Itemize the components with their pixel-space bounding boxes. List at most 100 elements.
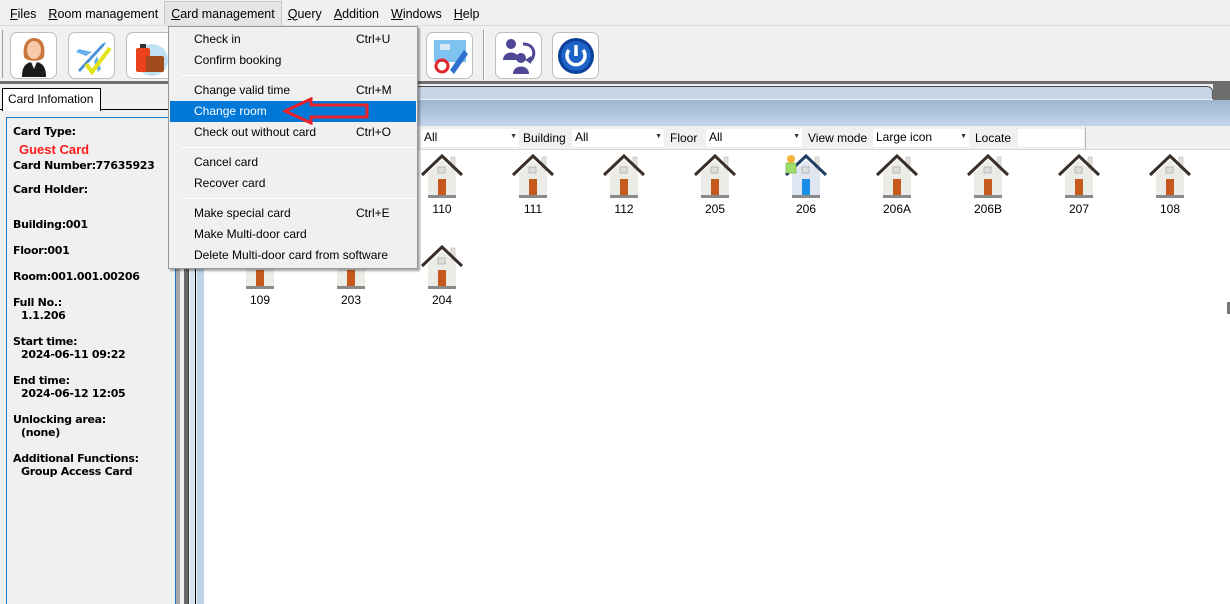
menu-label: elp [462,6,480,21]
room-icon-item[interactable]: 207 [1049,153,1109,216]
card-info-tabstrip: Card Infomation [0,86,175,111]
view-mode-value: Large icon [876,130,933,144]
edit-card-button[interactable] [426,32,473,79]
menu-label: ard management [180,6,275,21]
menu-label: ddition [342,6,379,21]
room-icon-item[interactable]: 206 [776,153,836,216]
room-icon-item[interactable]: 112 [594,153,654,216]
dropdown-arrow-icon: ▼ [510,133,517,140]
menu-query[interactable]: Query [282,1,328,25]
room-label: 108 [1159,202,1181,216]
annotation-arrow-icon [283,97,369,125]
receptionist-button[interactable] [10,32,57,79]
menu-item-label: Change valid time [194,83,291,97]
room-label: 109 [249,293,271,307]
locate-input[interactable] [1018,129,1084,147]
menu-item-delete-multi-door-card-from-software[interactable]: Delete Multi-door card from software [169,245,417,266]
room-label: 206A [882,202,912,216]
card-number: Card Number:77635923 [13,159,155,172]
building-value: All [575,130,589,144]
menu-files[interactable]: Files [4,1,42,25]
floor-select[interactable]: All ▼ [706,129,802,147]
floor-label: Floor [670,131,698,145]
dropdown-arrow-icon: ▼ [960,133,967,140]
tab-card-information[interactable]: Card Infomation [2,88,101,111]
menu-accelerator: H [453,6,463,21]
room-icon-item[interactable]: 205 [685,153,745,216]
room-icon-item[interactable]: 111 [503,153,563,216]
airplane-check-icon [75,41,112,75]
menu-bar: Files Room management Card management Query… [0,0,1230,26]
menu-windows[interactable]: Windows [385,1,448,25]
menu-help[interactable]: Help [448,1,486,25]
end-time-label: End time: [13,374,70,387]
menu-accelerator: A [333,6,343,21]
first-filter-select[interactable]: All ▼ [421,129,519,147]
additional-functions-label: Additional Functions: [13,452,139,465]
full-no-label: Full No.: [13,296,62,309]
receptionist-icon [21,37,46,77]
menu-item-shortcut: Ctrl+O [356,125,392,139]
menu-item-label: Delete Multi-door card from software [194,248,389,262]
menu-separator [181,198,415,199]
luggage-button[interactable] [126,32,168,79]
menu-item-check-in[interactable]: Check in Ctrl+U [169,29,417,50]
house-icon [1140,153,1200,199]
menu-separator [181,75,415,76]
room-icon-item[interactable]: 108 [1140,153,1200,216]
card-info-panel: Card Type: Guest Card Card Number:776359… [6,117,176,604]
power-icon [557,37,594,74]
menu-item-cancel-card[interactable]: Cancel card [169,152,417,173]
start-time-value: 2024-06-11 09:22 [21,348,126,361]
menu-item-check-out-without-card[interactable]: Check out without card Ctrl+O [169,122,417,143]
card-type-value: Guest Card [19,142,90,157]
building-select[interactable]: All ▼ [572,129,664,147]
menu-card-management[interactable]: Card management [164,0,282,25]
building-label: Building [523,131,566,145]
menu-item-label: Change room [194,104,267,118]
toolbar-separator [483,30,485,80]
menu-item-shortcut: Ctrl+E [356,206,390,220]
room-icon-item[interactable]: 206B [958,153,1018,216]
view-mode-select[interactable]: Large icon ▼ [873,129,969,147]
occupied-room-icon [776,153,836,199]
switch-user-button[interactable] [495,32,542,79]
menu-room-management[interactable]: Room management [42,1,164,25]
house-icon [594,153,654,199]
unlocking-area-value: (none) [21,426,60,439]
switch-user-icon [502,38,535,74]
check-in-button[interactable] [68,32,115,79]
menu-addition[interactable]: Addition [328,1,385,25]
room-icon-item[interactable]: 110 [412,153,472,216]
room-label: 207 [1068,202,1090,216]
room: Room:001.001.00206 [13,270,140,283]
menu-label: oom management [57,6,159,21]
card-holder-label: Card Holder: [13,183,88,196]
toolbar-grip [2,30,3,78]
menu-item-label: Cancel card [194,155,259,169]
house-icon [412,153,472,199]
menu-item-make-multi-door-card[interactable]: Make Multi-door card [169,224,417,245]
menu-accelerator: W [391,6,403,21]
unlocking-area-label: Unlocking area: [13,413,106,426]
room-label: 206B [973,202,1003,216]
menu-item-label: Make Multi-door card [194,227,307,241]
menu-item-confirm-booking[interactable]: Confirm booking [169,50,417,71]
room-icon-item[interactable]: 204 [412,244,472,307]
menu-item-recover-card[interactable]: Recover card [169,173,417,194]
menu-item-shortcut: Ctrl+U [356,32,391,46]
exit-button[interactable] [552,32,599,79]
house-icon [685,153,745,199]
menu-item-label: Make special card [194,206,291,220]
menu-item-label: Check out without card [194,125,317,139]
edit-refresh-icon [433,39,468,74]
house-icon [503,153,563,199]
room-label: 205 [704,202,726,216]
menu-item-label: Confirm booking [194,53,282,67]
end-time-value: 2024-06-12 12:05 [21,387,126,400]
menu-accelerator: F [10,6,18,21]
house-icon [958,153,1018,199]
room-icon-item[interactable]: 206A [867,153,927,216]
floor: Floor:001 [13,244,70,257]
menu-item-make-special-card[interactable]: Make special card Ctrl+E [169,203,417,224]
